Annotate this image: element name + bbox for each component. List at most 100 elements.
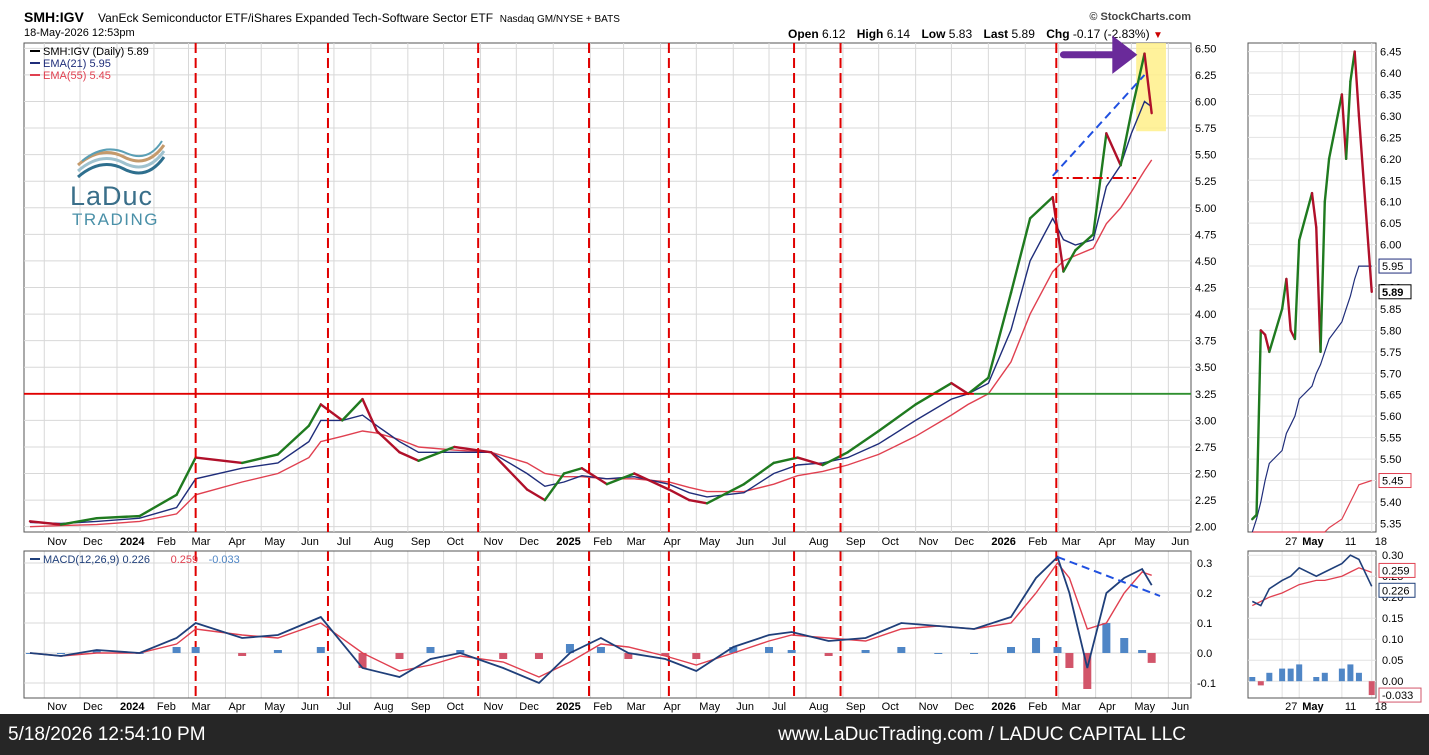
macd-x-tick-label: Jun (301, 701, 319, 713)
zoom-x-tick-label: 18 (1375, 536, 1387, 548)
zoom-x-tick-label: 27 (1285, 536, 1297, 548)
price-x-tick-label: Dec (83, 536, 103, 548)
macd-histogram-bar (273, 650, 282, 653)
macd-x-tick-label: Jun (1171, 701, 1189, 713)
price-x-tick-label: Mar (1062, 536, 1081, 548)
zoom-y-tick-label: 6.05 (1380, 218, 1401, 230)
macd-x-tick-label: Dec (519, 701, 539, 713)
macd-histogram-bar (1053, 647, 1062, 653)
macd-histogram-bar (56, 653, 65, 654)
macd-x-tick-label: Sep (411, 701, 431, 713)
price-x-tick-label: Feb (1028, 536, 1047, 548)
price-x-tick-label: Oct (882, 536, 899, 548)
macd-legend-entry: MACD(12,26,9) 0.226 (43, 554, 150, 566)
logo-text-trading: TRADING (72, 210, 159, 229)
price-x-tick-label: 2024 (120, 536, 145, 548)
macd-histogram-bar (534, 653, 543, 659)
zoom-y-tick-label: 6.20 (1380, 154, 1401, 166)
price-y-tick-label: 2.50 (1195, 469, 1216, 481)
price-x-tick-label: Aug (374, 536, 394, 548)
zoom-macd-histogram-bar (1321, 672, 1328, 682)
zoom-y-tick-label: 5.75 (1380, 347, 1401, 359)
zoom-x-tick-label: 11 (1345, 536, 1356, 548)
price-x-tick-label: Sep (846, 536, 866, 548)
macd-x-tick-label: Nov (484, 701, 504, 713)
zoom-y-tick-label: 5.80 (1380, 325, 1401, 337)
price-y-tick-label: 4.75 (1195, 229, 1216, 241)
price-x-tick-label: 2026 (991, 536, 1015, 548)
price-x-tick-label: Nov (484, 536, 504, 548)
macd-signal-line (29, 561, 1152, 678)
macd-histogram-bar (1120, 638, 1129, 653)
zoom-macd-line (1251, 554, 1373, 607)
macd-histogram-bar (172, 647, 181, 653)
zoom-macd-histogram-bar (1279, 668, 1286, 682)
price-x-tick-label: Apr (1099, 536, 1116, 548)
price-x-tick-label: Mar (627, 536, 646, 548)
zoom-macd-histogram-bar (1249, 677, 1256, 682)
zoom-y-tick-label: 6.30 (1380, 111, 1401, 123)
zoom-value-tag-text: 5.89 (1382, 287, 1403, 299)
macd-x-tick-label: Feb (593, 701, 612, 713)
macd-histogram-bar (897, 647, 906, 653)
zoom-macd-x-tick-label: 27 (1285, 701, 1297, 713)
macd-legend-entry: -0.033 (209, 554, 240, 566)
price-y-tick-label: 4.25 (1195, 283, 1216, 295)
macd-histogram-bar (1147, 653, 1156, 663)
zoom-macd-histogram-bar (1347, 664, 1354, 682)
zoom-macd-x-tick-label: May (1302, 701, 1324, 713)
macd-x-tick-label: Oct (447, 701, 464, 713)
macd-histogram-bar (191, 647, 200, 653)
macd-histogram-bar (238, 653, 247, 656)
price-x-tick-label: May (1134, 536, 1155, 548)
price-x-tick-label: Nov (919, 536, 939, 548)
macd-histogram-bar (426, 647, 435, 653)
zoom-macd-y-tick-label: 0.10 (1382, 634, 1403, 646)
zoom-y-tick-label: 6.45 (1380, 47, 1401, 59)
macd-y-tick-label: 0.0 (1197, 648, 1212, 660)
macd-x-tick-label: Apr (228, 701, 245, 713)
macd-x-tick-label: Feb (1028, 701, 1047, 713)
price-x-tick-label: Mar (192, 536, 211, 548)
macd-y-tick-label: 0.1 (1197, 618, 1212, 630)
price-y-tick-label: 5.75 (1195, 123, 1216, 135)
macd-histogram-bar (692, 653, 701, 659)
zoom-macd-histogram-bar (1338, 668, 1345, 682)
price-y-tick-label: 6.50 (1195, 43, 1216, 55)
price-x-tick-label: May (264, 536, 285, 548)
price-x-tick-label: Dec (954, 536, 974, 548)
price-y-tick-label: 4.00 (1195, 309, 1216, 321)
price-x-tick-label: Jun (1171, 536, 1189, 548)
price-y-tick-label: 3.50 (1195, 362, 1216, 374)
zoom-y-tick-label: 6.25 (1380, 132, 1401, 144)
macd-x-tick-label: 2026 (991, 701, 1015, 713)
zoom-value-tag-text: 5.95 (1382, 261, 1403, 273)
macd-y-tick-label: 0.3 (1197, 558, 1212, 570)
price-x-tick-label: Dec (519, 536, 539, 548)
price-y-tick-label: 6.00 (1195, 96, 1216, 108)
macd-x-tick-label: May (1134, 701, 1155, 713)
macd-histogram-bar (1032, 638, 1041, 653)
zoom-y-tick-label: 6.40 (1380, 68, 1401, 80)
zoom-macd-histogram-bar (1266, 672, 1273, 682)
logo-text-laduc: LaDuc (70, 181, 154, 211)
price-y-tick-label: 5.25 (1195, 176, 1216, 188)
price-legend-entry: EMA(55) 5.45 (43, 70, 111, 82)
zoom-y-tick-label: 5.55 (1380, 433, 1401, 445)
price-x-tick-label: Apr (664, 536, 681, 548)
macd-x-tick-label: Dec (83, 701, 103, 713)
zoom-macd-y-tick-label: 0.15 (1382, 613, 1403, 625)
laduc-logo: LaDuc TRADING (64, 137, 174, 232)
zoom-macd-histogram-bar (1355, 672, 1362, 682)
macd-histogram-bar (970, 653, 979, 654)
price-y-tick-label: 3.75 (1195, 336, 1216, 348)
macd-x-tick-label: Nov (919, 701, 939, 713)
macd-x-tick-label: Nov (47, 701, 67, 713)
price-x-tick-label: May (699, 536, 720, 548)
macd-x-tick-label: Aug (374, 701, 394, 713)
footer-site[interactable]: www.LaDucTrading.com / LADUC CAPITAL LLC (778, 724, 1186, 746)
price-x-tick-label: Oct (447, 536, 464, 548)
zoom-y-tick-label: 5.60 (1380, 411, 1401, 423)
footer-bar: 5/18/2026 12:54:10 PM www.LaDucTrading.c… (0, 714, 1429, 755)
price-x-tick-label: Feb (157, 536, 176, 548)
